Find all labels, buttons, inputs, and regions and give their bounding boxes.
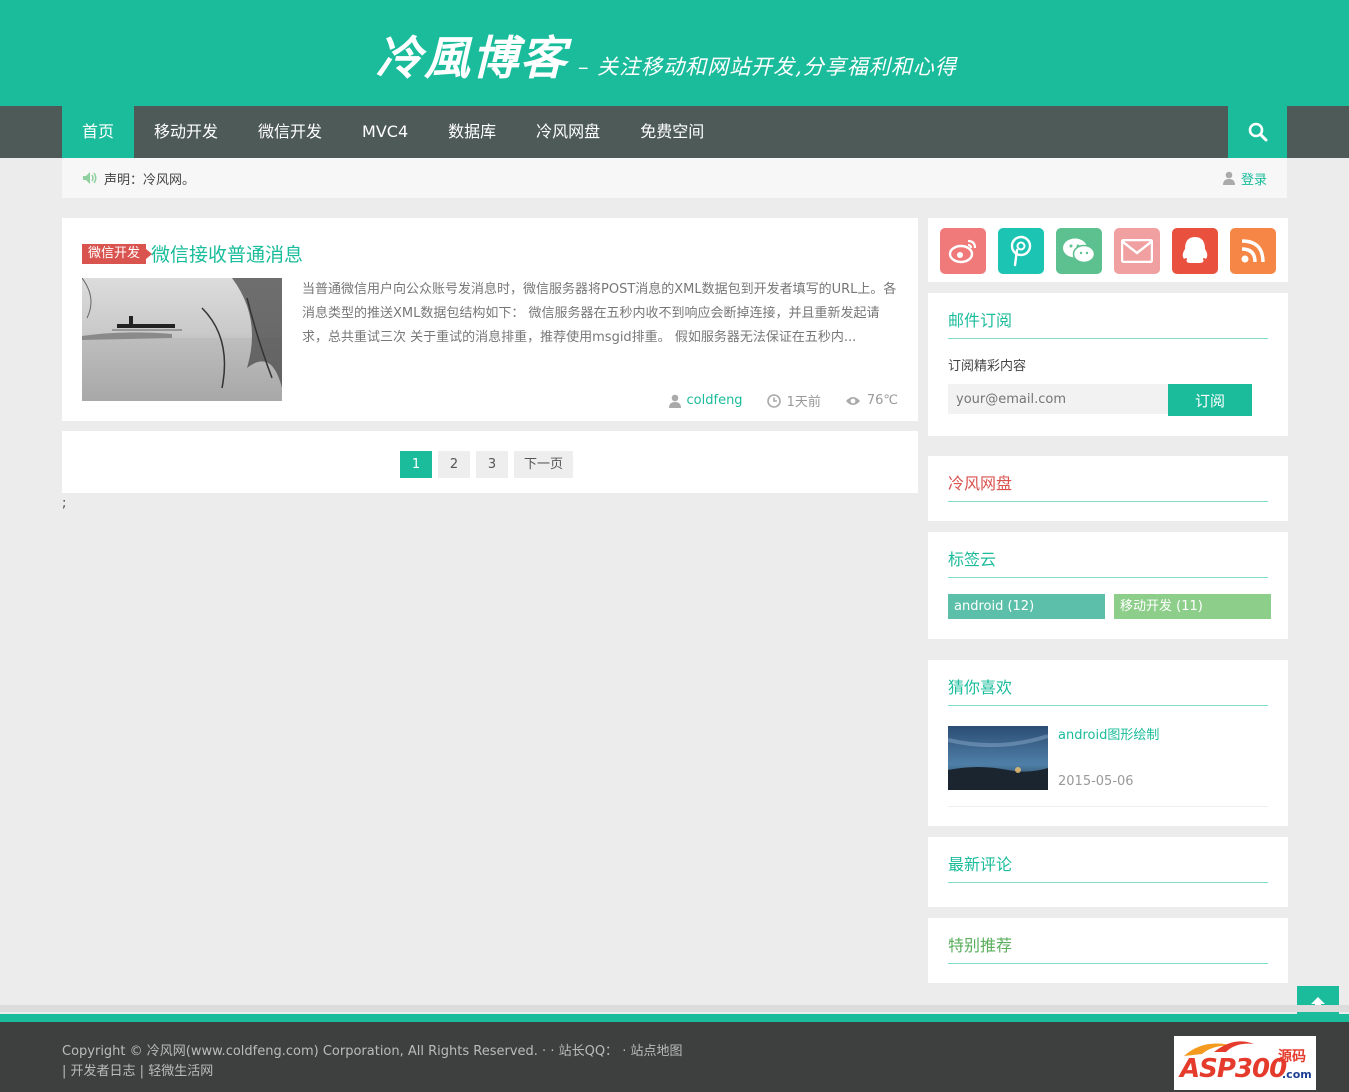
nav-item-mobile-dev[interactable]: 移动开发 [134, 106, 238, 158]
user-icon [668, 394, 681, 408]
weibo-icon[interactable] [940, 228, 986, 274]
nav-item-database[interactable]: 数据库 [428, 106, 516, 158]
footer-strip [0, 1005, 1349, 1012]
netdisk-widget: 冷风网盘 [928, 456, 1288, 521]
author-name: coldfeng [686, 393, 743, 408]
page-1-button[interactable]: 1 [400, 451, 432, 478]
comments-title: 最新评论 [948, 855, 1013, 874]
webmaster-qq: 站长QQ： [558, 1044, 619, 1059]
guess-you-like-widget: 猜你喜欢 android图形绘制 2015-05-06 [928, 660, 1288, 826]
announcement-text: 声明：冷风网。 [104, 172, 196, 188]
article-meta: coldfeng 1天前 76℃ [645, 391, 898, 410]
tag-mobile-dev[interactable]: 移动开发 (11) [1114, 594, 1271, 619]
tag-cloud-title: 标签云 [948, 550, 997, 569]
article-card: 微信开发 微信接收普通消息 当普通微信用户向公众账号发消息时，微信服务器将POS… [62, 218, 918, 421]
category-tag[interactable]: 微信开发 [82, 243, 153, 264]
main-nav: 首页 移动开发 微信开发 MVC4 数据库 冷风网盘 免费空间 [0, 106, 1349, 158]
badge-sub: 源码 [1278, 1049, 1306, 1065]
clock-icon [766, 393, 781, 408]
divider [948, 501, 1268, 502]
footer-links: | 开发者日志 | 轻微生活网 [62, 1060, 213, 1079]
next-page-button[interactable]: 下一页 [514, 451, 574, 478]
guess-thumbnail[interactable] [948, 726, 1048, 790]
tag-cloud-widget: 标签云 android (12) 移动开发 (11) [928, 532, 1288, 639]
footer-link-qingwei[interactable]: 轻微生活网 [148, 1064, 213, 1079]
badge-domain: .com [1282, 1068, 1312, 1081]
latest-comments-widget: 最新评论 [928, 837, 1288, 907]
divider [948, 963, 1268, 964]
pagination: 1 2 3 下一页 [400, 451, 579, 478]
stray-text: ; [62, 496, 67, 511]
divider [948, 338, 1268, 339]
meta-author[interactable]: coldfeng [668, 391, 743, 410]
tag-android[interactable]: android (12) [948, 594, 1105, 619]
notice-bar: 声明：冷风网。 登录 [62, 158, 1287, 198]
guess-item-date: 2015-05-06 [1058, 774, 1134, 789]
footer-accent-bar [0, 1014, 1349, 1022]
page-2-button[interactable]: 2 [438, 451, 470, 478]
site-footer: Copyright © 冷风网(www.coldfeng.com) Corpor… [0, 1022, 1349, 1092]
speaker-icon [83, 172, 97, 184]
sitemap-link[interactable]: 站点地图 [630, 1044, 682, 1059]
article-title[interactable]: 微信接收普通消息 [151, 240, 303, 267]
separator: · [618, 1044, 631, 1059]
copyright-text: Copyright © 冷风网(www.coldfeng.com) Corpor… [62, 1044, 538, 1059]
email-field[interactable] [948, 384, 1168, 414]
article-excerpt: 当普通微信用户向公众账号发消息时，微信服务器将POST消息的XML数据包到开发者… [302, 282, 897, 345]
nav-items: 首页 移动开发 微信开发 MVC4 数据库 冷风网盘 免费空间 [62, 106, 724, 158]
site-header: 冷風博客 – 关注移动和网站开发,分享福利和心得 [0, 0, 1349, 106]
announcement: 声明：冷风网。 [82, 158, 195, 198]
login-link[interactable]: 登录 [1222, 158, 1267, 198]
meta-time: 1天前 [766, 391, 821, 410]
site-logo[interactable]: 冷風博客 – 关注移动和网站开发,分享福利和心得 [376, 22, 957, 88]
nav-item-mvc4[interactable]: MVC4 [342, 106, 428, 158]
divider [948, 577, 1268, 578]
subscribe-label: 订阅精彩内容 [948, 359, 1027, 374]
divider [948, 882, 1268, 883]
login-label: 登录 [1240, 172, 1267, 188]
search-icon [1248, 122, 1267, 142]
nav-item-wechat-dev[interactable]: 微信开发 [238, 106, 342, 158]
nav-item-home[interactable]: 首页 [62, 106, 135, 158]
recommend-title: 特别推荐 [948, 936, 1013, 955]
separator: · · [537, 1044, 559, 1059]
divider [948, 806, 1268, 807]
qq-icon[interactable] [1172, 228, 1218, 274]
mail-icon[interactable] [1114, 228, 1160, 274]
view-count: 76℃ [866, 393, 898, 408]
article-thumbnail[interactable] [82, 278, 282, 401]
divider [948, 705, 1268, 706]
user-icon [1222, 171, 1235, 185]
subscribe-button[interactable]: 订阅 [1168, 384, 1252, 416]
footer-link-dev-log[interactable]: 开发者日志 [71, 1064, 136, 1079]
article-header: 微信开发 微信接收普通消息 [82, 240, 303, 267]
rss-icon[interactable] [1230, 228, 1276, 274]
post-time: 1天前 [786, 395, 821, 410]
wechat-icon[interactable] [1056, 228, 1102, 274]
badge-text: ASP300 [1180, 1054, 1287, 1084]
page-3-button[interactable]: 3 [476, 451, 508, 478]
logo-title: 冷風博客 [376, 31, 568, 85]
eye-icon [845, 396, 860, 405]
meta-views: 76℃ [845, 391, 898, 410]
footer-copyright-line: Copyright © 冷风网(www.coldfeng.com) Corpor… [62, 1040, 682, 1059]
search-button[interactable] [1228, 106, 1287, 158]
nav-item-netdisk[interactable]: 冷风网盘 [516, 106, 620, 158]
subscribe-widget: 邮件订阅 订阅精彩内容 订阅 [928, 293, 1288, 436]
netdisk-title[interactable]: 冷风网盘 [948, 470, 1012, 494]
social-links [928, 218, 1288, 282]
logo-tagline: – 关注移动和网站开发,分享福利和心得 [578, 55, 957, 79]
subscribe-title: 邮件订阅 [948, 311, 1013, 330]
guess-item-title[interactable]: android图形绘制 [1058, 724, 1159, 743]
pagination-card: 1 2 3 下一页 [62, 431, 918, 493]
separator: | [62, 1064, 71, 1079]
asp300-badge[interactable]: ASP300 源码 .com [1174, 1036, 1316, 1090]
nav-item-free-space[interactable]: 免费空间 [620, 106, 724, 158]
separator: | [135, 1064, 149, 1079]
guess-title: 猜你喜欢 [948, 678, 1013, 697]
podcast-icon[interactable] [998, 228, 1044, 274]
recommended-widget: 特别推荐 [928, 918, 1288, 983]
